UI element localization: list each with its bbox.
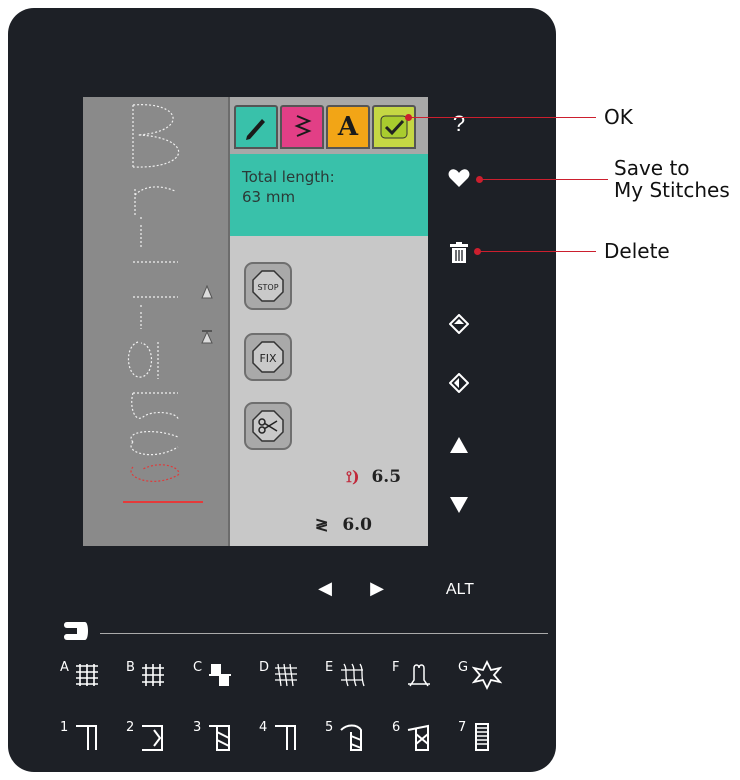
info-area: Total length: 63 mm <box>230 154 428 236</box>
trash-icon[interactable] <box>444 242 474 269</box>
tab-ok[interactable] <box>372 105 416 149</box>
triangle-down-icon[interactable] <box>444 494 474 518</box>
stop-button[interactable]: STOP <box>244 262 292 310</box>
save-callout-line-1: Save to <box>614 156 690 180</box>
category-label: G <box>458 660 469 675</box>
stitch-pattern-icon <box>76 664 98 686</box>
category-label: E <box>325 660 334 675</box>
save-callout-label: Save to My Stitches <box>614 157 730 201</box>
stitch-pattern-icon <box>408 664 430 687</box>
presser-foot-pattern-icon <box>209 725 230 751</box>
presser-foot-pattern-icon <box>142 725 163 751</box>
stitch-width-value: 6.0 <box>342 515 372 535</box>
tab-bar: A <box>230 97 428 154</box>
tab-stitch[interactable] <box>280 105 324 149</box>
number-label: 2 <box>126 720 135 735</box>
divider-line <box>100 633 548 634</box>
stitch-pattern-icon <box>472 660 502 690</box>
presser-foot-icon <box>63 620 91 647</box>
triangle-up-icon[interactable] <box>444 434 474 458</box>
sewing-machine-panel: A Total length: 63 mm STOP FIX ⟟) 6.5 ≷ … <box>8 8 556 772</box>
stitch-pattern-icon <box>341 663 365 687</box>
stitch-number-row: 1 2 3 4 5 6 7 <box>60 718 550 762</box>
category-label: D <box>259 660 270 675</box>
heart-icon[interactable] <box>444 168 474 193</box>
alt-button[interactable]: ALT <box>440 578 480 602</box>
save-callout-line-2: My Stitches <box>614 178 730 202</box>
stitch-width-row[interactable]: ≷ 6.0 <box>315 515 372 535</box>
ok-callout-line <box>409 117 596 118</box>
stitch-editor-screen: A Total length: 63 mm STOP FIX ⟟) 6.5 ≷ … <box>83 97 428 546</box>
stitch-width-icon: ≷ <box>315 515 329 534</box>
presser-foot-pattern-icon <box>76 725 97 750</box>
tab-font[interactable]: A <box>326 105 370 149</box>
font-tab-label: A <box>337 112 359 142</box>
stitch-length-row[interactable]: ⟟) 6.5 <box>346 467 401 487</box>
nav-right-icon[interactable]: ▶ <box>362 576 392 600</box>
number-label: 6 <box>392 720 401 735</box>
stop-icon: STOP <box>252 270 284 302</box>
zigzag-icon <box>294 115 312 137</box>
total-length-text: Total length: 63 mm <box>242 167 335 207</box>
help-icon[interactable]: ? <box>444 112 474 136</box>
delete-callout-label: Delete <box>604 239 670 263</box>
stitch-text-preview <box>123 104 203 503</box>
cut-button[interactable] <box>244 402 292 450</box>
number-label: 3 <box>193 720 202 735</box>
number-label: 1 <box>60 720 69 735</box>
fix-button[interactable]: FIX <box>244 333 292 381</box>
presser-foot-pattern-icon <box>340 724 362 751</box>
total-length-value: 63 mm <box>242 188 296 206</box>
stitch-length-icon: ⟟) <box>346 467 360 486</box>
stop-label: STOP <box>257 283 278 292</box>
diamond-up-icon[interactable] <box>444 313 474 339</box>
category-label: A <box>60 660 69 675</box>
presser-foot-pattern-icon <box>275 725 296 750</box>
tab-edit[interactable] <box>234 105 278 149</box>
presser-foot-pattern-icon <box>407 724 429 751</box>
end-marker-icon[interactable] <box>201 329 213 350</box>
presser-foot-pattern-icon <box>475 723 489 751</box>
total-length-label: Total length: <box>242 168 335 186</box>
number-label: 4 <box>259 720 268 735</box>
category-label: B <box>126 660 135 675</box>
diamond-left-icon[interactable] <box>444 372 474 398</box>
stitch-pattern-icon <box>209 664 231 686</box>
category-label: C <box>193 660 203 675</box>
start-marker-icon[interactable] <box>201 284 213 304</box>
delete-callout-line <box>478 251 596 252</box>
nav-left-icon[interactable]: ◀ <box>310 576 340 600</box>
stitch-pattern-icon <box>142 664 164 686</box>
stitch-length-value: 6.5 <box>371 467 402 487</box>
number-label: 5 <box>325 720 334 735</box>
stitch-preview[interactable] <box>83 97 228 546</box>
stitch-category-row: A B C D E F G <box>60 658 550 702</box>
category-label: F <box>392 660 400 675</box>
ok-callout-label: OK <box>604 105 633 129</box>
save-callout-line <box>480 179 608 180</box>
scissors-icon <box>252 410 284 442</box>
stitch-pattern-icon <box>275 663 297 687</box>
number-label: 7 <box>458 720 467 735</box>
fix-label: FIX <box>259 352 277 365</box>
pencil-icon <box>246 119 265 140</box>
fix-icon: FIX <box>252 341 284 373</box>
settings-panel: A Total length: 63 mm STOP FIX ⟟) 6.5 ≷ … <box>228 97 428 546</box>
